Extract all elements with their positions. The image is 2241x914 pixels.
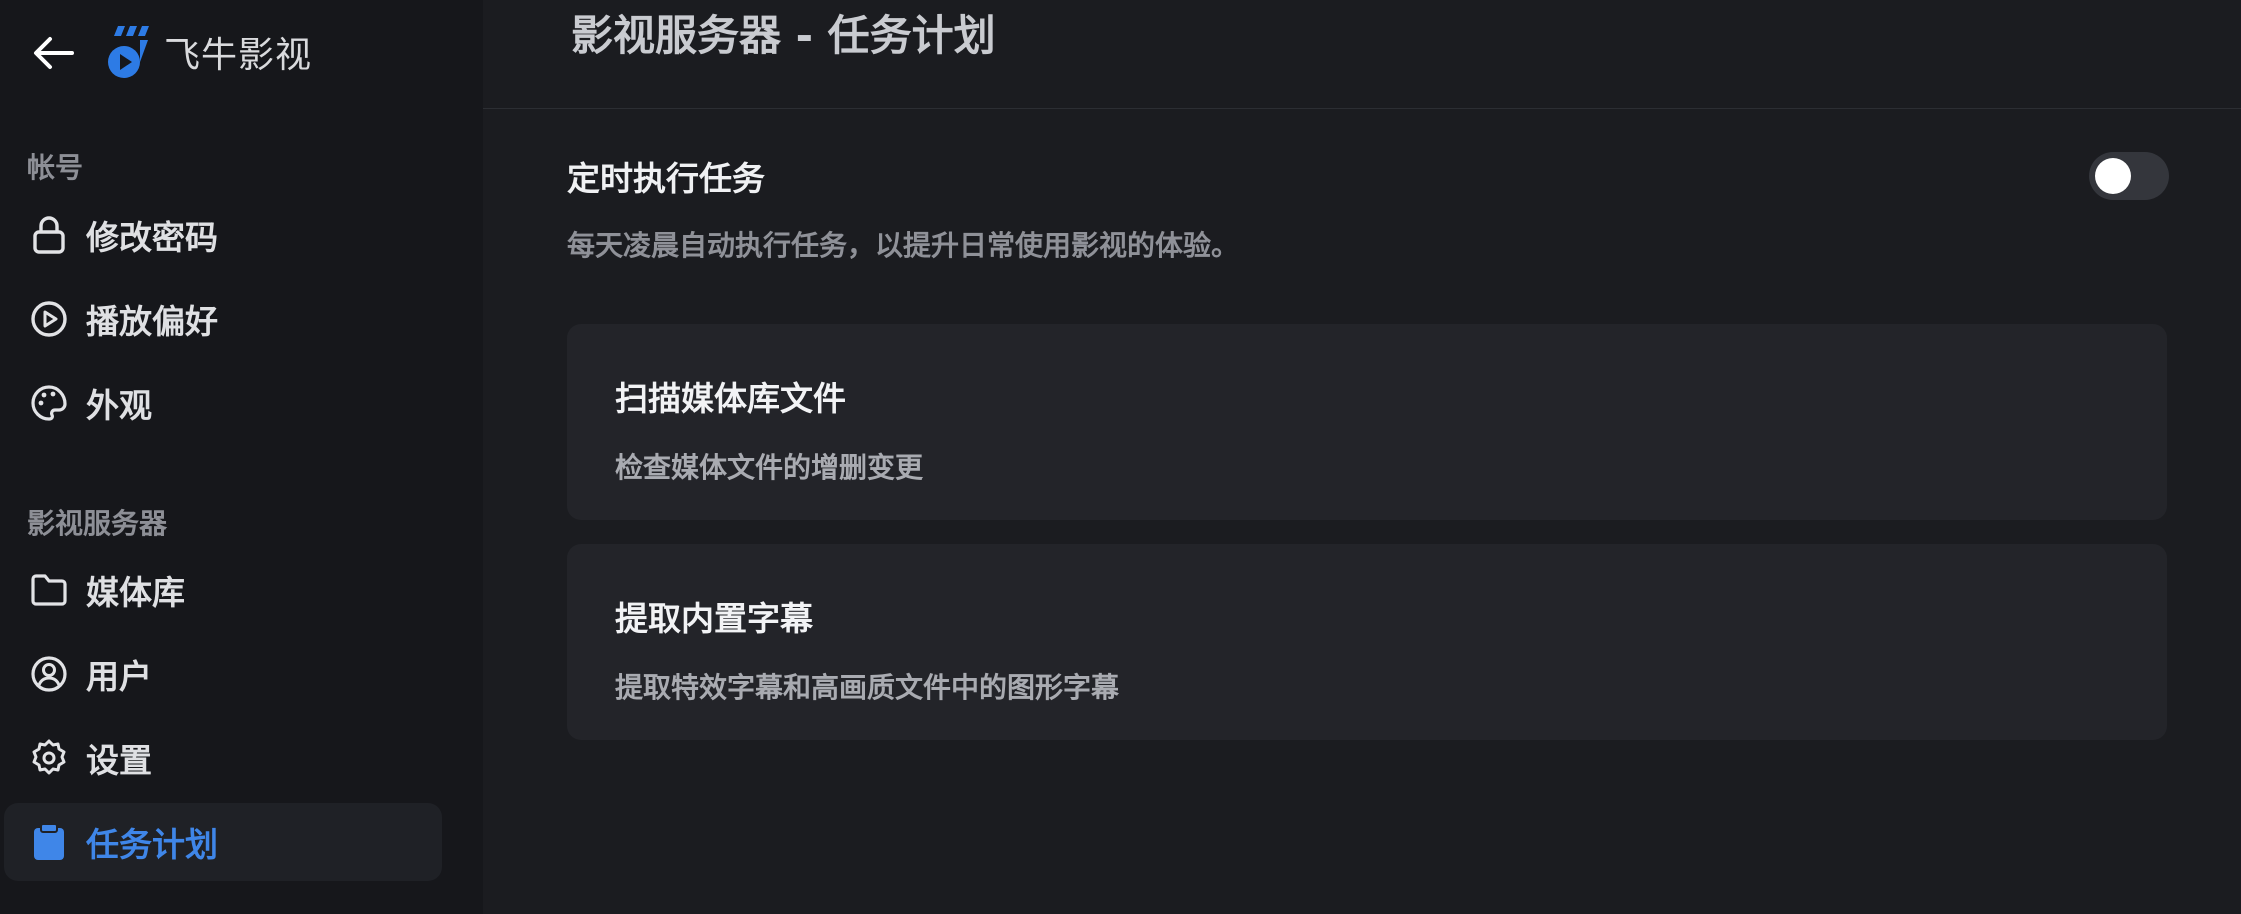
task-title: 提取内置字幕 [615, 599, 813, 638]
sidebar-item-playback-preferences[interactable]: 播放偏好 [4, 280, 442, 358]
page-title: 影视服务器 - 任务计划 [571, 11, 996, 60]
app-window: 飞牛影视 帐号 修改密码 播放偏好 外观 影视服务器 媒体库 用户 设置 任务计… [0, 0, 2241, 914]
schedule-setting: 定时执行任务 每天凌晨自动执行任务，以提升日常使用影视的体验。 [567, 152, 2169, 264]
lock-icon [28, 214, 70, 256]
toggle-knob [2095, 158, 2131, 194]
arrow-left-icon [34, 37, 74, 69]
sidebar-item-task-schedule[interactable]: 任务计划 [4, 803, 442, 881]
sidebar-item-media-library[interactable]: 媒体库 [4, 551, 442, 629]
sidebar-item-change-password[interactable]: 修改密码 [4, 196, 442, 274]
brand-name: 飞牛影视 [164, 35, 313, 76]
section-title-media-server: 影视服务器 [27, 507, 168, 540]
sidebar-item-label: 修改密码 [86, 218, 218, 257]
sidebar-item-appearance[interactable]: 外观 [4, 364, 442, 442]
header: 影视服务器 - 任务计划 [483, 0, 2241, 109]
play-circle-icon [28, 298, 70, 340]
sidebar-item-label: 用户 [86, 657, 152, 696]
schedule-title: 定时执行任务 [567, 159, 765, 198]
sidebar-item-label: 媒体库 [86, 573, 185, 612]
sidebar-item-label: 外观 [86, 386, 152, 425]
folder-icon [28, 569, 70, 611]
sidebar-item-label: 任务计划 [86, 825, 218, 864]
clipboard-icon [28, 821, 70, 863]
task-title: 扫描媒体库文件 [615, 379, 846, 418]
app-logo-icon [108, 26, 149, 78]
sidebar-item-label: 播放偏好 [86, 302, 218, 341]
schedule-toggle[interactable] [2089, 152, 2169, 200]
palette-icon [28, 382, 70, 424]
task-card-extract-subtitles[interactable]: 提取内置字幕 提取特效字幕和高画质文件中的图形字幕 [567, 544, 2167, 740]
sidebar-item-settings[interactable]: 设置 [4, 719, 442, 797]
gear-icon [28, 737, 70, 779]
section-title-account: 帐号 [27, 151, 84, 184]
task-card-scan-library[interactable]: 扫描媒体库文件 检查媒体文件的增删变更 [567, 324, 2167, 520]
main-content: 影视服务器 - 任务计划 定时执行任务 每天凌晨自动执行任务，以提升日常使用影视… [483, 0, 2241, 914]
sidebar: 飞牛影视 帐号 修改密码 播放偏好 外观 影视服务器 媒体库 用户 设置 任务计… [0, 0, 483, 914]
task-description: 提取特效字幕和高画质文件中的图形字幕 [615, 671, 1120, 704]
sidebar-item-users[interactable]: 用户 [4, 635, 442, 713]
brand: 飞牛影视 [104, 22, 312, 82]
sidebar-item-label: 设置 [86, 741, 152, 780]
schedule-description: 每天凌晨自动执行任务，以提升日常使用影视的体验。 [567, 229, 1240, 262]
back-button[interactable] [28, 28, 80, 78]
user-circle-icon [28, 653, 70, 695]
task-description: 检查媒体文件的增删变更 [615, 451, 924, 484]
